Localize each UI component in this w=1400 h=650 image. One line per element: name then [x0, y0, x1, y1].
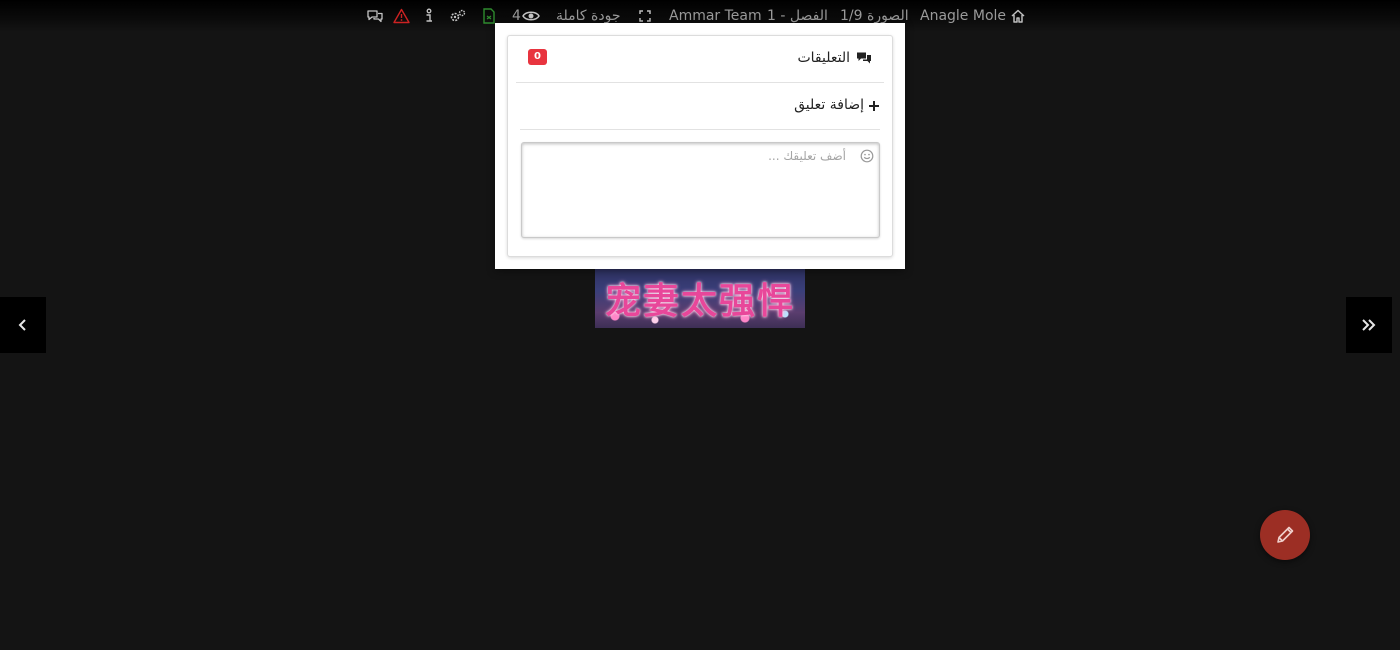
next-chapter-button[interactable] [1346, 297, 1392, 353]
comment-box [521, 142, 880, 238]
comments-count-badge: 0 [528, 49, 547, 65]
comments-popup: التعليقات 0 إضافة تعليق [495, 23, 905, 269]
double-chevron-right-icon [1362, 319, 1376, 331]
site-name[interactable]: Anagle Mole [920, 7, 1006, 25]
settings-icon[interactable] [449, 7, 467, 25]
info-icon[interactable] [420, 7, 438, 25]
warning-icon[interactable] [392, 7, 410, 25]
chevron-left-icon [18, 319, 26, 331]
reader-page: Anagle Mole الصورة 1/9 الفصل - 1 Ammar T… [0, 0, 1400, 650]
edit-button[interactable] [1260, 510, 1310, 560]
comments-icon[interactable] [366, 7, 384, 25]
comments-bubble-icon [856, 50, 872, 69]
comments-header: التعليقات 0 [516, 36, 884, 83]
emoji-icon[interactable] [860, 148, 874, 167]
add-comment-toggle[interactable]: إضافة تعليق [520, 83, 880, 130]
add-comment-label: إضافة تعليق [794, 97, 864, 113]
home-icon[interactable] [1009, 7, 1027, 25]
previous-page-button[interactable] [0, 297, 46, 353]
pencil-icon [1277, 526, 1294, 543]
comment-input[interactable] [526, 147, 846, 233]
plus-icon [868, 97, 880, 116]
manga-page-image[interactable]: 宠妻太强悍 [595, 266, 805, 328]
comments-card: التعليقات 0 إضافة تعليق [507, 35, 893, 257]
image-title-art: 宠妻太强悍 [604, 280, 795, 322]
comments-title: التعليقات [797, 50, 850, 66]
